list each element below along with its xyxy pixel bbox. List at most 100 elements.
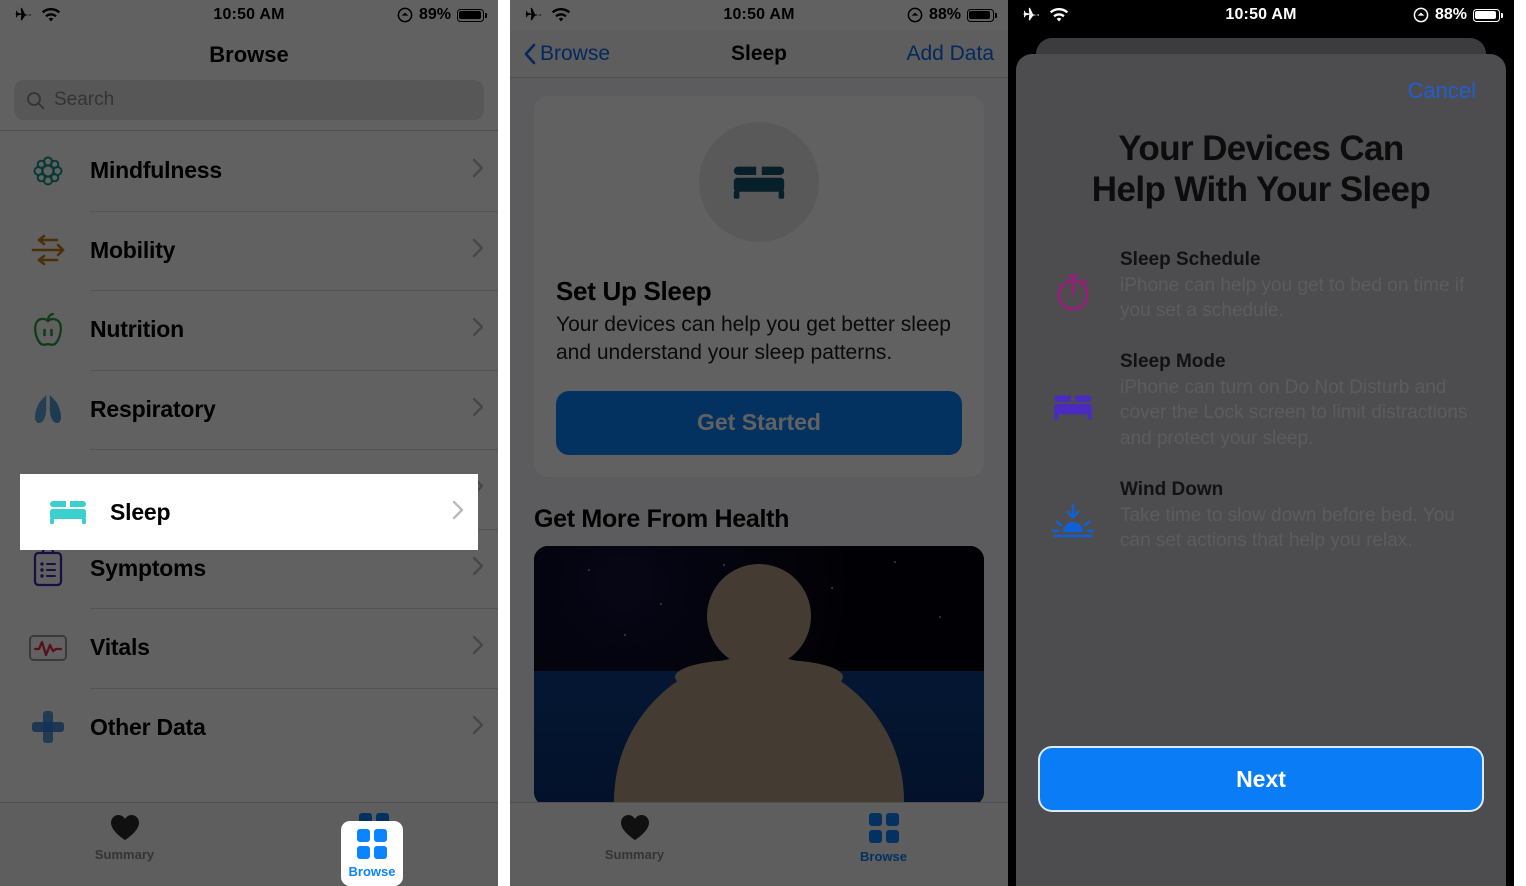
nutrition-icon [24,310,72,350]
bed-icon [733,166,785,199]
list-item[interactable]: Vitals [0,608,498,688]
mobility-icon [24,233,72,267]
panel-browse: 10:50 AM 89% Browse Search Mindfulness M… [0,0,498,886]
card-body: Your devices can help you get better sle… [556,313,951,364]
do-not-disturb-icon [1413,7,1429,23]
feature-text: Wind Down Take time to slow down before … [1120,479,1476,554]
panel-sleep-setup-modal: 10:50 AM 88% Cancel Your Devices Can Hel… [1008,0,1514,886]
do-not-disturb-icon [907,7,923,23]
feature-text: Sleep Mode iPhone can turn on Do Not Dis… [1120,351,1476,451]
feature-text: Sleep Schedule iPhone can help you get t… [1120,249,1476,324]
wind-down-sunset-icon [1046,479,1100,554]
cancel-label: Cancel [1407,78,1476,103]
tab-label: Summary [604,847,665,862]
list-item[interactable]: Other Data [0,687,498,767]
highlight-sleep-row[interactable]: Sleep [20,474,478,550]
list-item[interactable]: Nutrition [0,290,498,370]
symptoms-icon [24,547,72,589]
heart-icon [110,815,139,840]
add-data-label: Add Data [906,41,994,65]
sheet-heading-line2: Help With Your Sleep [1091,170,1431,210]
search-container: Search [0,74,498,130]
search-placeholder: Search [54,89,115,110]
feature-title: Sleep Mode [1120,351,1226,373]
battery-icon [457,8,487,22]
chevron-right-icon [452,500,464,525]
chevron-right-icon [472,238,484,263]
grid-icon [357,829,387,859]
feature-sleep-mode: Sleep Mode iPhone can turn on Do Not Dis… [1046,351,1476,451]
list-item-label: Mobility [90,236,176,263]
list-item-label: Nutrition [90,316,185,343]
stopwatch-icon [1046,249,1100,324]
heart-icon [620,815,649,840]
highlight-browse-tab[interactable]: Browse [341,821,403,886]
feature-desc: iPhone can help you get to bed on time i… [1120,274,1465,321]
card-title: Set Up Sleep [556,276,712,306]
status-right: 89% [397,6,487,24]
feature-sleep-schedule: Sleep Schedule iPhone can help you get t… [1046,249,1476,324]
sleep-screen-body: Browse Sleep Add Data Set Up Sleep Your … [510,30,1008,886]
section-title: Get More From Health [534,504,790,533]
chevron-right-icon [472,158,484,183]
chevron-right-icon [472,317,484,342]
do-not-disturb-icon [397,7,413,23]
bed-icon [1046,351,1100,451]
panel-sleep-detail: 10:50 AM 88% Browse Sleep Add Data Set U… [510,0,1008,886]
promo-card[interactable] [534,545,984,806]
sleep-bed-icon [44,497,92,527]
panel-gutter [498,0,510,886]
next-label: Next [1236,765,1286,792]
add-data-button[interactable]: Add Data [906,42,994,66]
tab-summary[interactable]: Summary [0,813,249,862]
list-item-label: Symptoms [90,554,206,581]
status-bar: 10:50 AM 88% [1008,0,1514,30]
mindfulness-icon [24,151,72,191]
chevron-right-icon [472,635,484,660]
feature-list: Sleep Schedule iPhone can help you get t… [1046,249,1476,554]
list-item-sleep-highlighted[interactable]: Sleep [20,474,478,550]
list-item[interactable]: Mobility [0,210,498,290]
chevron-right-icon [472,397,484,422]
battery-percent: 88% [928,6,961,23]
sleep-setup-sheet: Cancel Your Devices Can Help With Your S… [1016,54,1506,886]
search-input[interactable]: Search [14,80,484,120]
list-item[interactable]: Mindfulness [0,131,498,211]
tab-bar: Summary Browse [0,802,498,886]
battery-percent: 88% [1434,6,1467,23]
battery-icon [967,8,997,22]
feature-desc: Take time to slow down before bed. You c… [1120,504,1455,552]
status-bar: 10:50 AM 89% [0,0,498,30]
other-data-icon [24,707,72,747]
respiratory-icon [24,389,72,429]
battery-icon [1473,8,1503,22]
list-item-label: Sleep [110,498,171,525]
tab-label: Browse [348,864,396,879]
list-item[interactable]: Respiratory [0,369,498,449]
list-item-label: Other Data [90,713,206,740]
status-right: 88% [1413,6,1503,24]
get-started-label: Get Started [697,409,821,436]
battery-percent: 89% [418,6,451,23]
meditating-person-head [732,631,786,688]
bed-icon-circle [699,122,819,242]
tab-bar: Summary Browse [510,802,1008,886]
cancel-button[interactable]: Cancel [1046,54,1476,104]
next-button-container: Next [1038,746,1484,812]
nav-bar: Browse [0,30,498,74]
list-item-label: Mindfulness [90,157,222,184]
tab-label: Summary [94,847,155,862]
search-icon [27,91,45,109]
tab-summary[interactable]: Summary [510,813,759,862]
feature-title: Sleep Schedule [1120,248,1261,270]
sheet-heading: Your Devices Can Help With Your Sleep [1046,128,1476,211]
list-item-label: Vitals [90,634,150,661]
next-button[interactable]: Next [1038,746,1484,812]
feature-title: Wind Down [1120,478,1224,500]
list-item-label: Respiratory [90,395,216,422]
category-list: Mindfulness Mobility Nutrition Respirato… [0,131,498,767]
three-panel-screenshot: 10:50 AM 89% Browse Search Mindfulness M… [0,0,1526,886]
feature-desc: iPhone can turn on Do Not Disturb and co… [1120,377,1468,449]
get-started-button[interactable]: Get Started [556,390,962,455]
tab-browse[interactable]: Browse [759,813,1008,864]
